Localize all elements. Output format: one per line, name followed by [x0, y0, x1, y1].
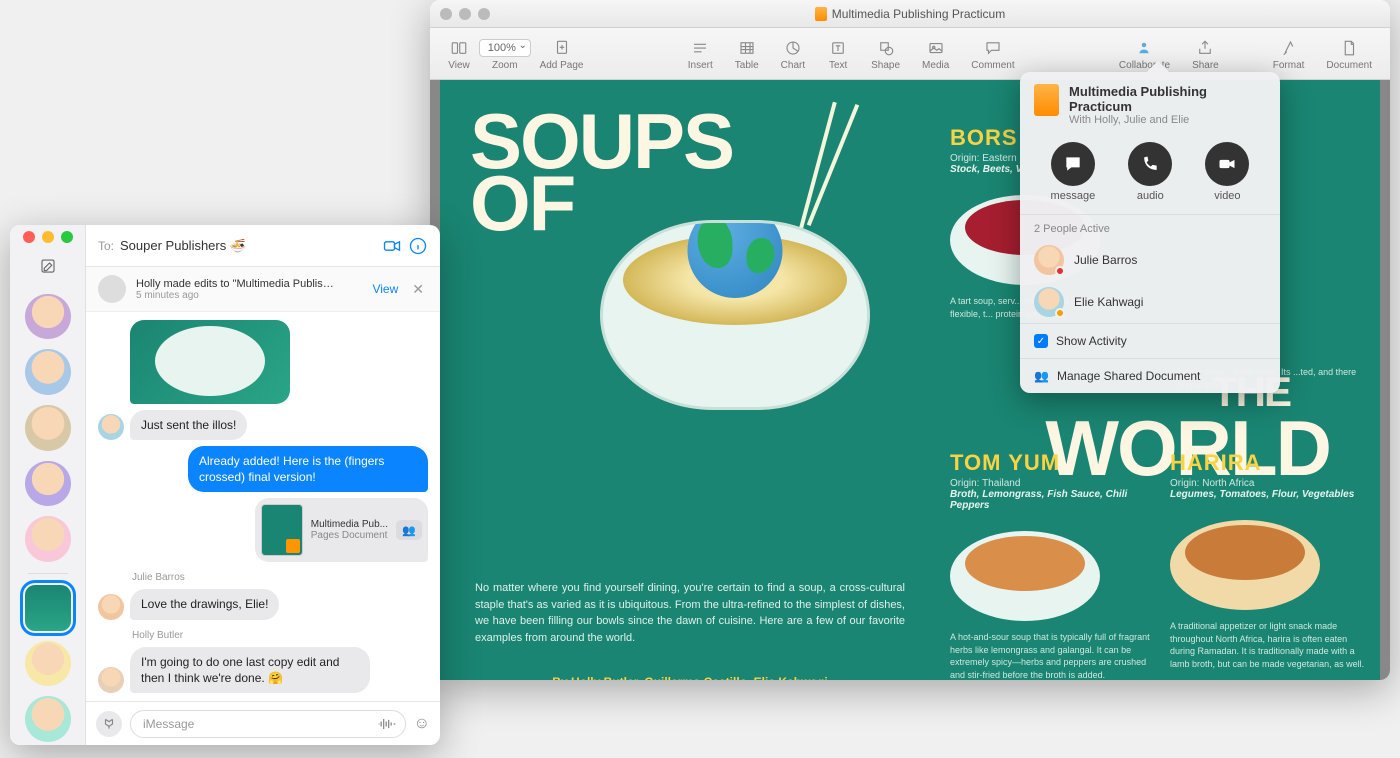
message-image[interactable] [130, 320, 290, 404]
conversation-item[interactable] [25, 516, 71, 562]
document-attachment[interactable]: Multimedia Pub... Pages Document 👥 [255, 498, 428, 562]
messages-main: To: Souper Publishers 🍜 Holly made edits… [86, 225, 440, 745]
conversation-header: To: Souper Publishers 🍜 [86, 225, 440, 267]
to-label: To: [98, 239, 114, 253]
video-icon [1205, 142, 1249, 186]
banner-view-button[interactable]: View [372, 282, 398, 296]
audio-message-icon[interactable] [377, 716, 397, 732]
zoom-control[interactable]: 100% Zoom [482, 35, 528, 73]
avatar-icon [98, 414, 124, 440]
sidebar-divider [28, 573, 68, 574]
active-people-label: 2 People Active [1020, 215, 1280, 239]
collaborate-button[interactable]: Collaborate [1109, 35, 1180, 73]
message-button[interactable]: message [1051, 142, 1096, 202]
avatar-icon [1034, 245, 1064, 275]
people-icon: 👥 [1034, 369, 1049, 383]
conversation-item[interactable] [25, 461, 71, 507]
emoji-picker-icon[interactable]: ☺ [414, 715, 430, 733]
conversation-item[interactable] [25, 641, 71, 687]
document-button[interactable]: Document [1316, 35, 1382, 73]
collab-title: Multimedia Publishing Practicum [1069, 84, 1266, 114]
sender-label: Holly Butler [132, 630, 428, 641]
message-bubble-in: Just sent the illos! [130, 410, 247, 440]
info-icon[interactable] [408, 236, 428, 256]
add-page-button[interactable]: Add Page [530, 35, 594, 73]
pages-titlebar[interactable]: Multimedia Publishing Practicum [430, 0, 1390, 28]
collaborator-julie[interactable]: Julie Barros [1020, 239, 1280, 281]
hero-illustration [570, 150, 900, 410]
message-input-row: iMessage ☺ [86, 701, 440, 745]
banner-close-icon[interactable]: ✕ [408, 281, 428, 298]
messages-window: To: Souper Publishers 🍜 Holly made edits… [10, 225, 440, 745]
view-button[interactable]: View [438, 35, 480, 73]
close-window-icon[interactable] [440, 8, 452, 20]
shape-button[interactable]: Shape [861, 35, 910, 73]
avatar-icon [98, 594, 124, 620]
messages-sidebar [10, 225, 86, 745]
conversation-item[interactable] [25, 696, 71, 742]
collaboration-banner: Holly made edits to "Multimedia Publish.… [86, 267, 440, 312]
attachment-thumbnail-icon [261, 504, 303, 556]
banner-title: Holly made edits to "Multimedia Publish.… [136, 278, 336, 290]
table-button[interactable]: Table [725, 35, 769, 73]
avatar-icon [98, 275, 126, 303]
conversation-item-selected[interactable] [25, 585, 71, 631]
byline: By Holly Butler, Guillermo Castillo, Eli… [475, 675, 905, 680]
window-controls[interactable] [23, 231, 73, 243]
conversation-item[interactable] [25, 349, 71, 395]
conversation-item[interactable] [25, 405, 71, 451]
avatar-icon [98, 667, 124, 693]
comment-button[interactable]: Comment [961, 35, 1024, 73]
audio-button[interactable]: audio [1128, 142, 1172, 202]
video-button[interactable]: video [1205, 142, 1249, 202]
text-button[interactable]: Text [817, 35, 859, 73]
document-thumbnail-icon [1034, 84, 1059, 116]
facetime-video-icon[interactable] [382, 236, 402, 256]
pages-doc-icon [815, 7, 827, 21]
sender-label: Julie Barros [132, 572, 428, 583]
soup-tomyum: TOM YUM Origin: Thailand Broth, Lemongra… [950, 450, 1150, 680]
collaborator-elie[interactable]: Elie Kahwagi [1020, 281, 1280, 323]
compose-button[interactable] [37, 255, 59, 277]
avatar-icon [1034, 287, 1064, 317]
format-button[interactable]: Format [1263, 35, 1315, 73]
maximize-window-icon[interactable] [478, 8, 490, 20]
share-button[interactable]: Share [1182, 35, 1229, 73]
chart-button[interactable]: Chart [771, 35, 815, 73]
conversation-name: Souper Publishers 🍜 [120, 238, 376, 254]
message-icon [1051, 142, 1095, 186]
conversation-item[interactable] [25, 294, 71, 340]
soup-harira: HARIRA Origin: North Africa Legumes, Tom… [1170, 450, 1370, 670]
apps-button[interactable] [96, 711, 122, 737]
shared-people-icon[interactable]: 👥 [396, 520, 422, 540]
minimize-window-icon[interactable] [459, 8, 471, 20]
banner-time: 5 minutes ago [136, 290, 362, 301]
collaboration-popover: Multimedia Publishing Practicum With Hol… [1020, 72, 1280, 393]
media-button[interactable]: Media [912, 35, 959, 73]
window-controls[interactable] [440, 8, 490, 20]
message-bubble-out: Already added! Here is the (fingers cros… [188, 446, 428, 492]
maximize-window-icon[interactable] [61, 231, 73, 243]
manage-shared-button[interactable]: 👥 Manage Shared Document [1020, 358, 1280, 393]
message-input[interactable]: iMessage [130, 710, 406, 738]
show-activity-toggle[interactable]: ✓ Show Activity [1020, 323, 1280, 358]
message-thread[interactable]: Just sent the illos! Already added! Here… [86, 312, 440, 701]
document-title: Multimedia Publishing Practicum [815, 7, 1005, 21]
collab-subtitle: With Holly, Julie and Elie [1069, 114, 1266, 126]
minimize-window-icon[interactable] [42, 231, 54, 243]
message-bubble-in: I'm going to do one last copy edit and t… [130, 647, 370, 693]
intro-text: No matter where you find yourself dining… [475, 580, 905, 646]
checkbox-checked-icon: ✓ [1034, 334, 1048, 348]
close-window-icon[interactable] [23, 231, 35, 243]
message-bubble-in: Love the drawings, Elie! [130, 589, 279, 619]
insert-button[interactable]: Insert [678, 35, 723, 73]
phone-icon [1128, 142, 1172, 186]
